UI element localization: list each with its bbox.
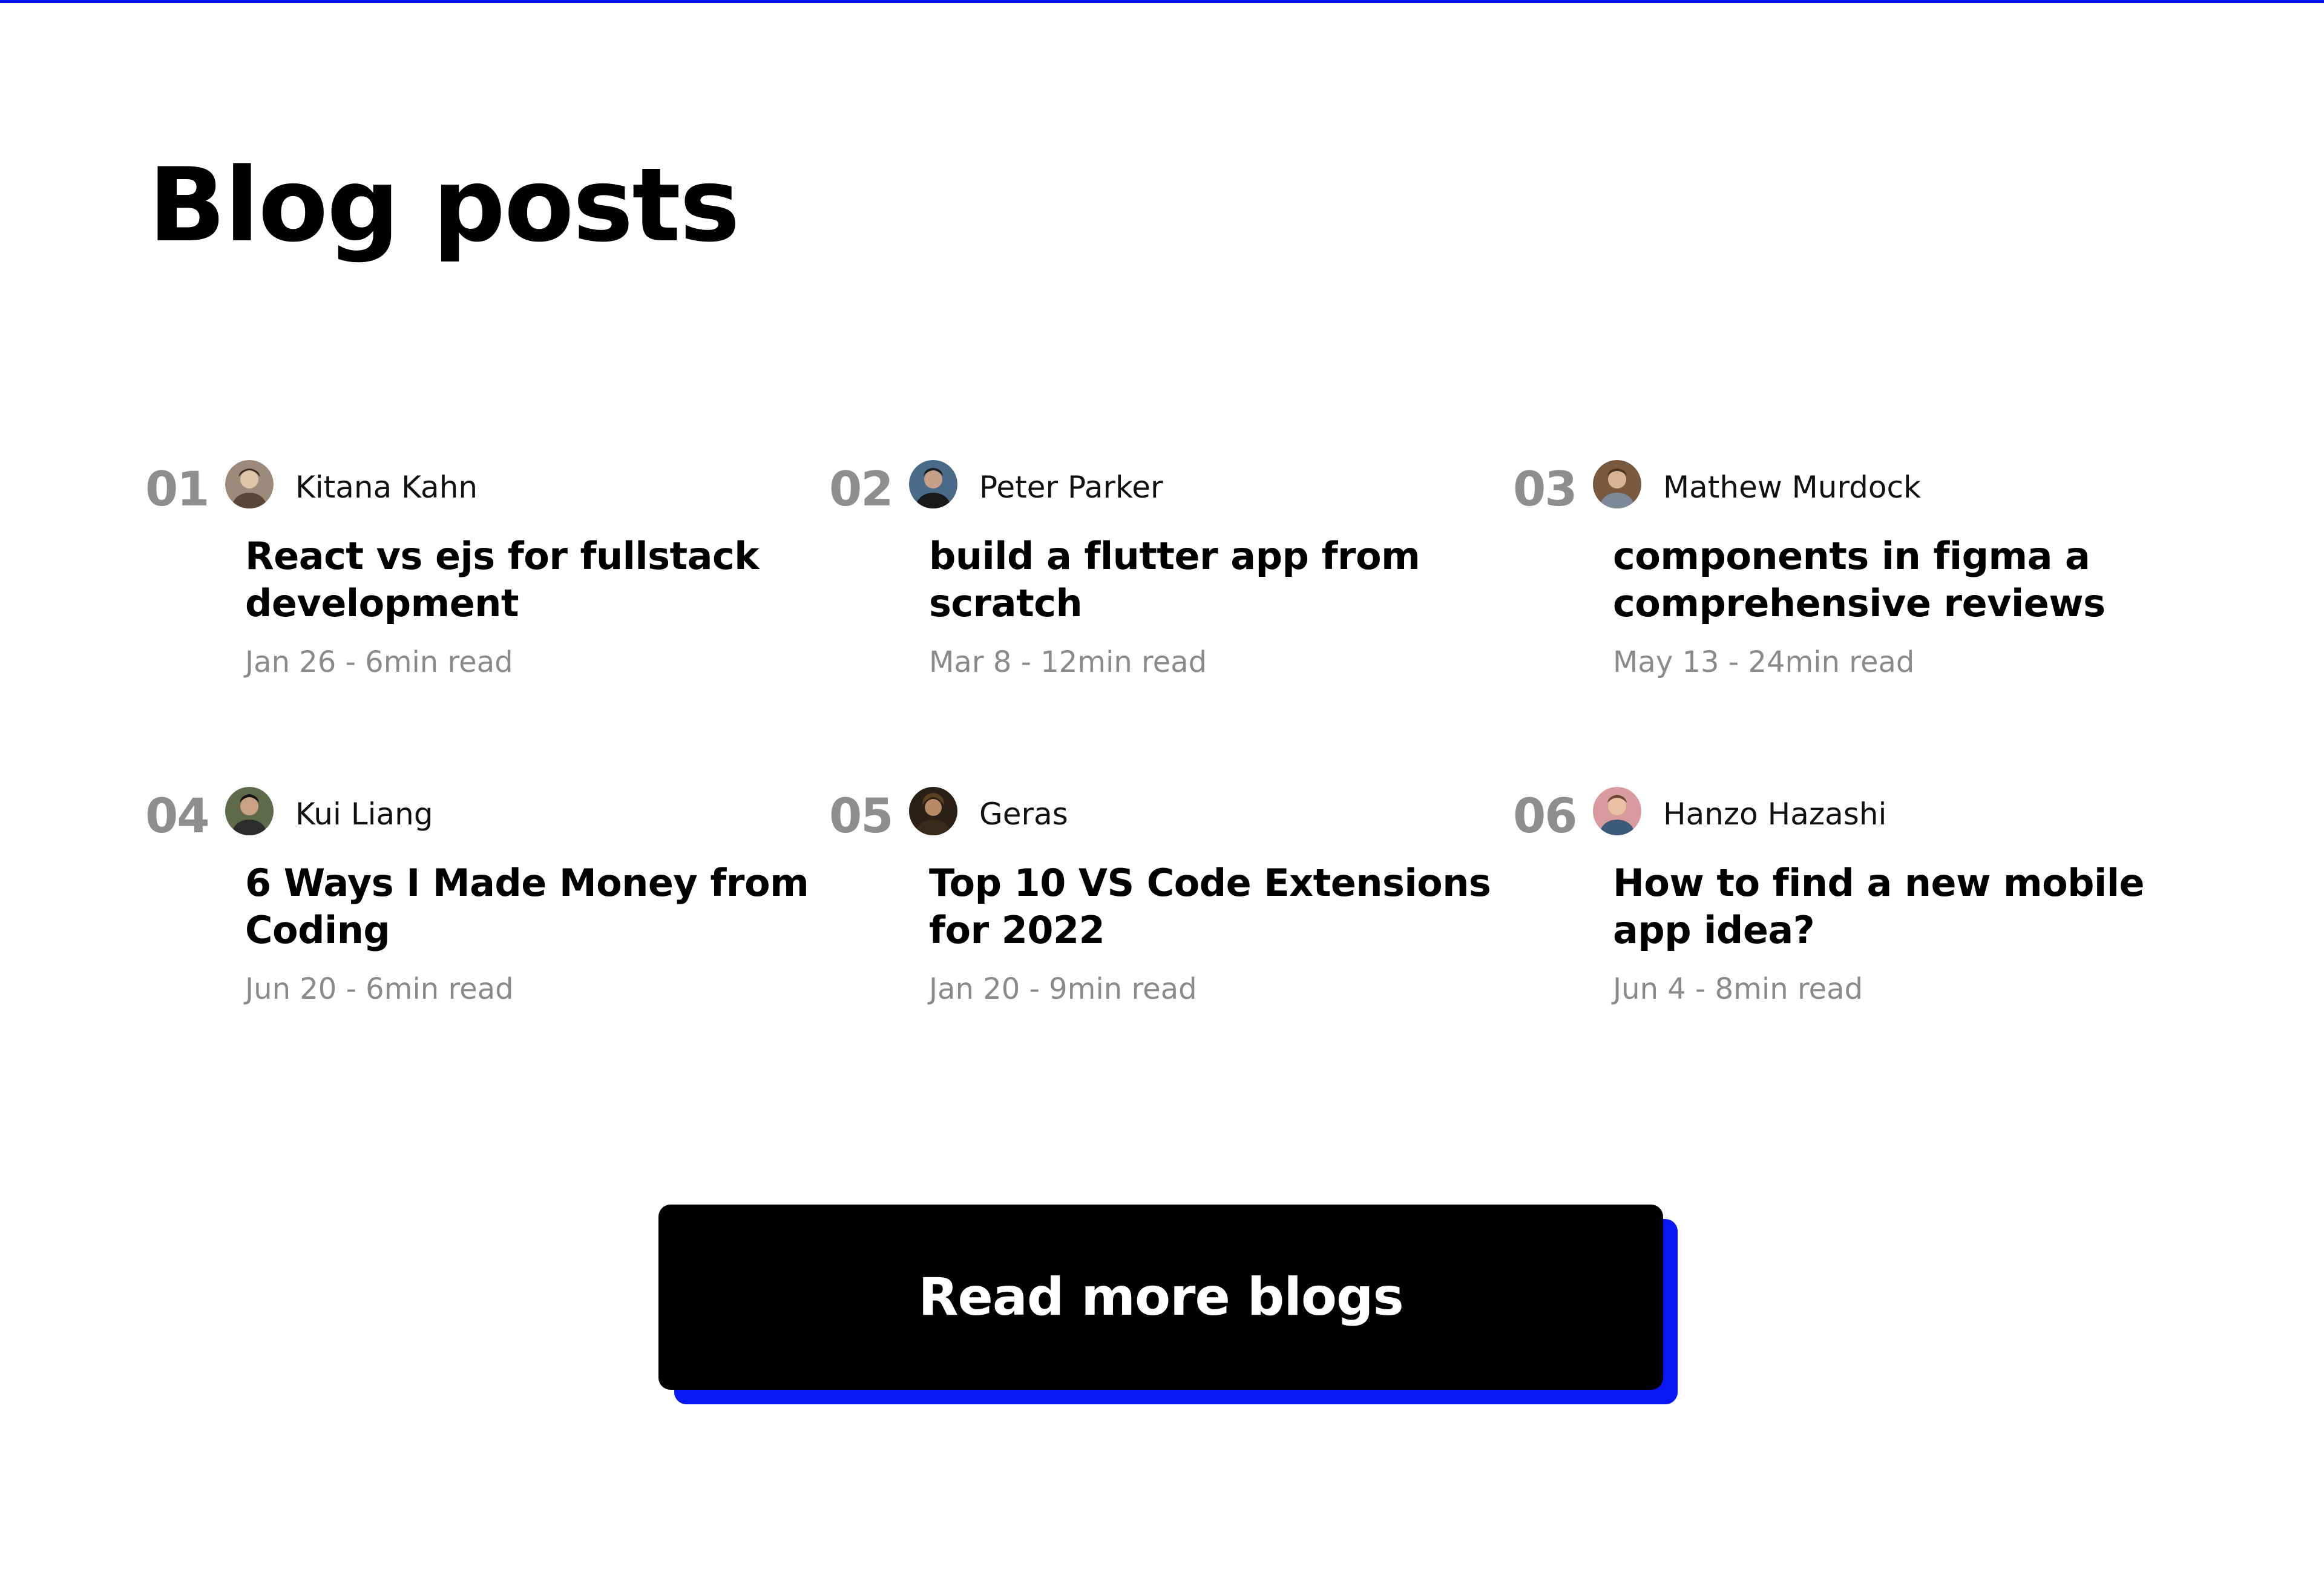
author-avatar [909, 460, 957, 508]
post-meta: Mar 8 - 12min read [929, 645, 1207, 679]
post-number: 03 [1513, 462, 1578, 517]
post-card[interactable]: 02 Peter Parker build a flutter app from… [829, 460, 1513, 677]
post-number: 01 [145, 462, 210, 517]
post-meta: May 13 - 24min read [1613, 645, 1915, 679]
post-meta: Jun 20 - 6min read [245, 972, 514, 1006]
author-avatar [909, 787, 957, 835]
post-number: 02 [829, 462, 894, 517]
post-title[interactable]: React vs ejs for fullstack development [245, 533, 814, 627]
posts-grid: 01 Kitana Kahn React vs ejs for fullstac… [145, 460, 2215, 1004]
post-title[interactable]: How to find a new mobile app idea? [1613, 860, 2182, 954]
post-number: 06 [1513, 789, 1578, 844]
post-title[interactable]: build a flutter app from scratch [929, 533, 1498, 627]
blog-section: Blog posts 01 Kitana Kahn React vs ejs f… [0, 0, 2324, 1575]
post-card[interactable]: 01 Kitana Kahn React vs ejs for fullstac… [145, 460, 829, 677]
post-card[interactable]: 05 Geras Top 10 VS Code Extensions for 2… [829, 787, 1513, 1004]
post-card[interactable]: 06 Hanzo Hazashi How to find a new mobil… [1513, 787, 2197, 1004]
author-avatar [1593, 460, 1641, 508]
post-card[interactable]: 03 Mathew Murdock components in figma a … [1513, 460, 2197, 677]
author-name[interactable]: Geras [979, 798, 1068, 831]
post-title[interactable]: Top 10 VS Code Extensions for 2022 [929, 860, 1498, 954]
post-meta: Jun 4 - 8min read [1613, 972, 1863, 1006]
author-name[interactable]: Hanzo Hazashi [1663, 798, 1886, 831]
page-title: Blog posts [148, 146, 740, 265]
author-name[interactable]: Kui Liang [295, 798, 433, 831]
post-card[interactable]: 04 Kui Liang 6 Ways I Made Money from Co… [145, 787, 829, 1004]
post-meta: Jan 26 - 6min read [245, 645, 513, 679]
author-avatar [225, 460, 274, 508]
read-more-cta: Read more blogs [658, 1205, 1678, 1404]
author-avatar [225, 787, 274, 835]
post-meta: Jan 20 - 9min read [929, 972, 1197, 1006]
read-more-button[interactable]: Read more blogs [658, 1205, 1663, 1390]
author-avatar [1593, 787, 1641, 835]
post-title[interactable]: 6 Ways I Made Money from Coding [245, 860, 814, 954]
post-number: 05 [829, 789, 894, 844]
author-name[interactable]: Peter Parker [979, 471, 1163, 504]
post-number: 04 [145, 789, 210, 844]
post-title[interactable]: components in figma a comprehensive revi… [1613, 533, 2182, 627]
author-name[interactable]: Kitana Kahn [295, 471, 478, 504]
author-name[interactable]: Mathew Murdock [1663, 471, 1921, 504]
